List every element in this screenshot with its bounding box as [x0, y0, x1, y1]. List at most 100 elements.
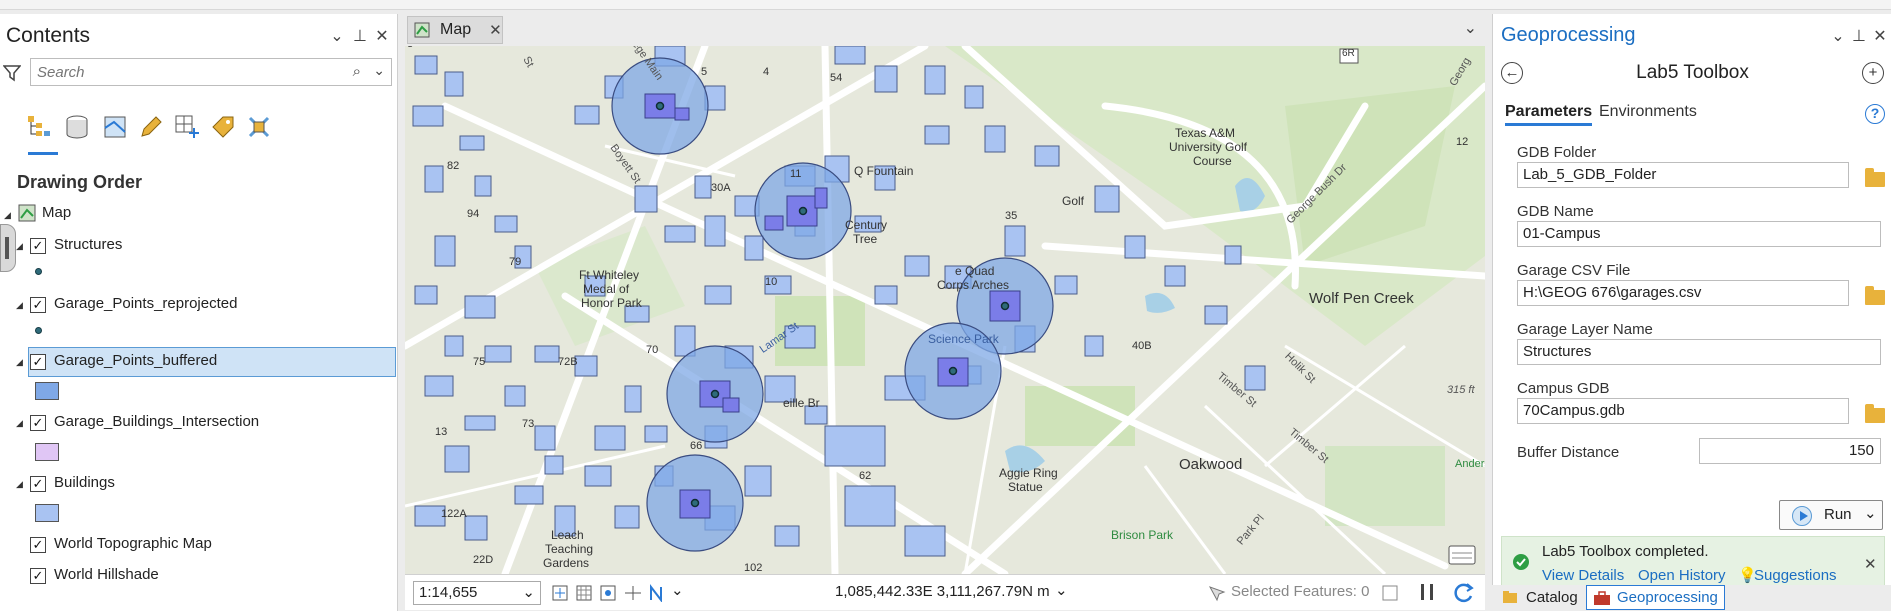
map-graphics: [405, 46, 1485, 574]
collapse-triangle-icon[interactable]: ◢: [16, 357, 23, 368]
pin-icon[interactable]: ⊥: [350, 26, 370, 46]
folder-icon[interactable]: [1865, 168, 1885, 187]
map-label: 66: [690, 440, 703, 452]
param-buffer-input[interactable]: 150: [1699, 438, 1881, 464]
run-button[interactable]: Run ⌄: [1779, 500, 1883, 530]
layer-checkbox[interactable]: ✓: [30, 238, 46, 254]
collapse-triangle-icon[interactable]: ◢: [16, 418, 23, 429]
layer-structures[interactable]: Structures: [54, 236, 122, 253]
param-buffer-label: Buffer Distance: [1517, 444, 1620, 461]
north-arrow-icon[interactable]: [647, 584, 667, 602]
close-icon[interactable]: ✕: [372, 26, 392, 46]
layer-checkbox[interactable]: ✓: [30, 476, 46, 492]
collapse-triangle-icon[interactable]: ◢: [16, 300, 23, 311]
param-gdb-name-input[interactable]: 01-Campus: [1517, 221, 1881, 247]
map-label: Leach: [551, 528, 584, 542]
map-label: Medal of: [583, 282, 630, 296]
pause-drawing-icon[interactable]: [1421, 584, 1433, 600]
layer-garage-buildings-intersection[interactable]: Garage_Buildings_Intersection: [54, 413, 259, 430]
layer-checkbox[interactable]: ✓: [30, 537, 46, 553]
add-icon[interactable]: +: [1862, 62, 1884, 84]
filter-icon[interactable]: [3, 64, 21, 82]
tab-catalog[interactable]: Catalog: [1502, 585, 1578, 609]
search-icon[interactable]: ⌕: [353, 63, 361, 80]
snapping-icon[interactable]: [599, 584, 619, 602]
param-gdb-folder-input[interactable]: Lab_5_GDB_Folder: [1517, 162, 1849, 188]
collapse-triangle-icon[interactable]: ◢: [16, 241, 23, 252]
map-label: Wolf Pen Creek: [1309, 290, 1414, 307]
layer-world-hillshade[interactable]: World Hillshade: [54, 566, 159, 583]
list-by-perspective-icon[interactable]: [242, 110, 276, 144]
param-layer-name-input[interactable]: Structures: [1517, 339, 1881, 365]
chevron-down-icon[interactable]: ⌄: [327, 26, 347, 46]
tab-catalog-label: Catalog: [1526, 588, 1578, 606]
help-icon[interactable]: ?: [1865, 104, 1885, 124]
layer-checkbox[interactable]: ✓: [30, 354, 46, 370]
tab-map[interactable]: Map ✕: [407, 16, 503, 44]
pencil-icon[interactable]: [134, 110, 168, 144]
selected-features-count: Selected Features: 0: [1231, 583, 1370, 600]
toolbox-icon: [1594, 590, 1610, 605]
chevron-down-icon[interactable]: ⌄: [1828, 26, 1848, 46]
point-symbol: [35, 268, 42, 275]
collapse-triangle-icon[interactable]: ◢: [16, 479, 23, 490]
completion-message: Lab5 Toolbox completed. View Details Ope…: [1501, 536, 1885, 592]
map-label: University Golf: [1169, 140, 1248, 154]
layout-icon[interactable]: [1381, 584, 1399, 602]
chevron-down-icon[interactable]: ⌄: [1055, 581, 1068, 599]
tab-parameters[interactable]: Parameters: [1505, 103, 1593, 126]
chevron-down-icon[interactable]: ⌄: [1864, 504, 1877, 522]
scale-selector[interactable]: 1:14,655 ⌄: [413, 581, 541, 605]
map-label: e Quad: [955, 264, 995, 278]
pin-icon[interactable]: ⊥: [1849, 26, 1869, 46]
list-by-drawing-order-icon[interactable]: [22, 110, 56, 144]
scale-value: 1:14,655: [419, 584, 478, 601]
layer-garage-points-reprojected[interactable]: Garage_Points_reprojected: [54, 295, 237, 312]
tab-geoprocessing[interactable]: Geoprocessing: [1586, 585, 1725, 610]
view-details-link[interactable]: View Details: [1542, 567, 1624, 584]
layer-buildings[interactable]: Buildings: [54, 474, 115, 491]
close-icon[interactable]: ✕: [1870, 26, 1890, 46]
search-input[interactable]: [31, 59, 331, 85]
grid-icon[interactable]: [575, 584, 595, 602]
collapse-triangle-icon[interactable]: ◢: [4, 210, 11, 221]
param-campus-gdb-input[interactable]: 70Campus.gdb: [1517, 398, 1849, 424]
select-features-icon[interactable]: [1207, 584, 1227, 602]
list-by-source-icon[interactable]: [60, 110, 94, 144]
chevron-down-icon[interactable]: ⌄: [373, 62, 385, 79]
close-icon[interactable]: ✕: [489, 21, 502, 39]
refresh-icon[interactable]: [1453, 582, 1475, 604]
search-field[interactable]: ⌕ ⌄: [30, 58, 392, 86]
map-node-label[interactable]: Map: [42, 204, 71, 221]
suggestions-link[interactable]: Suggestions: [1754, 567, 1837, 584]
open-history-link[interactable]: Open History: [1638, 567, 1726, 584]
layer-garage-points-buffered[interactable]: Garage_Points_buffered: [54, 352, 217, 369]
layer-checkbox[interactable]: ✓: [30, 297, 46, 313]
labeling-icon[interactable]: [206, 110, 240, 144]
tab-geoprocessing-label: Geoprocessing: [1617, 589, 1718, 606]
close-icon[interactable]: ✕: [1864, 555, 1877, 573]
chevron-down-icon[interactable]: ⌄: [671, 581, 684, 599]
constraints-icon[interactable]: [623, 584, 643, 602]
map-status-bar: 1:14,655 ⌄ ⌄ 1,085,442.33E 3,111,267.79N…: [405, 574, 1485, 610]
list-by-selection-icon[interactable]: [98, 110, 132, 144]
tab-environments[interactable]: Environments: [1599, 103, 1697, 121]
coordinate-readout: 1,085,442.33E 3,111,267.79N m: [835, 583, 1050, 600]
folder-icon[interactable]: [1865, 286, 1885, 305]
folder-icon[interactable]: [1865, 404, 1885, 423]
layer-world-topographic-map[interactable]: World Topographic Map: [54, 535, 212, 552]
snapping-icon[interactable]: [170, 110, 204, 144]
map-label: 35: [1005, 210, 1018, 222]
map-label: 82: [447, 160, 460, 172]
layer-checkbox[interactable]: ✓: [30, 415, 46, 431]
polygon-symbol: [35, 382, 59, 400]
layer-checkbox[interactable]: ✓: [30, 568, 46, 584]
param-csv-input[interactable]: H:\GEOG 676\garages.csv: [1517, 280, 1849, 306]
map-tab-bar: Map ✕ ⌄: [405, 14, 1485, 46]
chevron-down-icon[interactable]: ⌄: [1464, 18, 1477, 38]
polygon-symbol: [35, 504, 59, 522]
basemap-gallery-icon[interactable]: [1447, 544, 1477, 566]
map-canvas[interactable]: ollege Main St 8 5 4 54 6R 82 94 79 75 1…: [405, 46, 1485, 574]
pane-grip-handle[interactable]: [0, 224, 16, 272]
fixed-zoom-icon[interactable]: [551, 584, 571, 602]
